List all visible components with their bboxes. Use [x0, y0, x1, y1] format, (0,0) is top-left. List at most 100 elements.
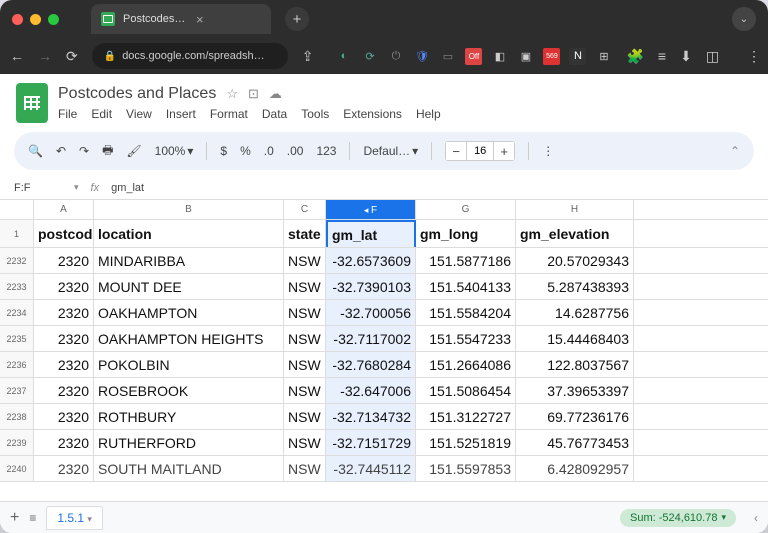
namebox-dropdown-icon[interactable]: ▾ — [74, 182, 79, 193]
row-number[interactable]: 2235 — [0, 326, 34, 351]
row-number[interactable]: 2239 — [0, 430, 34, 455]
cell[interactable]: -32.7134732 — [326, 404, 416, 429]
ext-icon[interactable]: ⟳ — [361, 48, 378, 65]
cell[interactable]: NSW — [284, 352, 326, 377]
format-123-icon[interactable]: 123 — [316, 144, 336, 158]
search-icon[interactable]: 🔍 — [28, 144, 43, 158]
pin-icon[interactable]: ≡ — [658, 48, 666, 64]
sheet-tab[interactable]: 1.5.1 ▾ — [46, 506, 103, 530]
cell[interactable]: NSW — [284, 326, 326, 351]
cell[interactable]: 2320 — [34, 300, 94, 325]
ext-icon[interactable]: N — [569, 48, 586, 65]
row-number[interactable]: 1 — [0, 220, 34, 247]
menu-format[interactable]: Format — [210, 107, 248, 121]
increase-decimal-icon[interactable]: .00 — [287, 144, 304, 158]
zoom-select[interactable]: 100% ▾ — [155, 144, 194, 158]
undo-icon[interactable]: ↶ — [56, 144, 66, 158]
cell[interactable]: -32.7151729 — [326, 430, 416, 455]
cell[interactable]: 151.2664086 — [416, 352, 516, 377]
cell[interactable]: 151.5404133 — [416, 274, 516, 299]
cell[interactable]: 2320 — [34, 274, 94, 299]
cell[interactable]: 2320 — [34, 456, 94, 481]
decrease-decimal-icon[interactable]: .0 — [264, 144, 274, 158]
minimize-window-icon[interactable] — [30, 14, 41, 25]
cell[interactable]: POKOLBIN — [94, 352, 284, 377]
cell[interactable]: NSW — [284, 456, 326, 481]
forward-button[interactable]: → — [38, 48, 52, 64]
url-field[interactable]: 🔒 docs.google.com/spreadsh… — [92, 43, 288, 69]
col-header-c[interactable]: C — [284, 200, 326, 219]
font-select[interactable]: Defaul… ▾ — [363, 144, 418, 158]
row-number[interactable]: 2232 — [0, 248, 34, 273]
cell[interactable]: -32.7390103 — [326, 274, 416, 299]
header-cell[interactable]: postcode — [34, 220, 94, 247]
cell[interactable]: SOUTH MAITLAND — [94, 456, 284, 481]
cell[interactable]: 5.287438393 — [516, 274, 634, 299]
percent-icon[interactable]: % — [240, 144, 251, 158]
maximize-window-icon[interactable] — [48, 14, 59, 25]
menu-edit[interactable]: Edit — [91, 107, 112, 121]
browser-tab[interactable]: Postcodes and Places - Googl… × — [91, 4, 271, 34]
add-sheet-button[interactable]: + — [10, 509, 19, 527]
col-header-f[interactable]: ◂ F — [326, 200, 416, 219]
paint-format-icon[interactable]: 🖌 — [126, 144, 141, 158]
ext-icon[interactable]: ◐ — [335, 48, 352, 65]
cell[interactable]: OAKHAMPTON — [94, 300, 284, 325]
col-header-h[interactable]: H — [516, 200, 634, 219]
cell[interactable]: RUTHERFORD — [94, 430, 284, 455]
cell[interactable]: 151.5547233 — [416, 326, 516, 351]
menu-file[interactable]: File — [58, 107, 77, 121]
ext-icon[interactable]: ◧ — [491, 48, 508, 65]
cell[interactable]: MOUNT DEE — [94, 274, 284, 299]
all-sheets-icon[interactable]: ≡ — [29, 511, 36, 525]
col-header-g[interactable]: G — [416, 200, 516, 219]
tab-overflow-icon[interactable]: ⌄ — [732, 7, 756, 31]
row-number[interactable]: 2237 — [0, 378, 34, 403]
cloud-icon[interactable]: ☁ — [269, 86, 282, 102]
ext-icon[interactable]: ▣ — [517, 48, 534, 65]
new-tab-button[interactable]: + — [285, 7, 309, 31]
currency-icon[interactable]: $ — [220, 144, 227, 158]
fontsize-decrease[interactable]: − — [446, 142, 466, 160]
row-number[interactable]: 2238 — [0, 404, 34, 429]
cell[interactable]: 122.8037567 — [516, 352, 634, 377]
select-all-corner[interactable] — [0, 200, 34, 219]
cell[interactable]: 14.6287756 — [516, 300, 634, 325]
menu-view[interactable]: View — [126, 107, 152, 121]
cell[interactable]: 151.5597853 — [416, 456, 516, 481]
more-icon[interactable]: ⋮ — [542, 144, 554, 158]
cell[interactable]: -32.7117002 — [326, 326, 416, 351]
close-tab-icon[interactable]: × — [196, 12, 261, 27]
reload-button[interactable]: ⟳ — [66, 48, 78, 65]
cell[interactable]: ROSEBROOK — [94, 378, 284, 403]
row-number[interactable]: 2240 — [0, 456, 34, 481]
cell[interactable]: 20.57029343 — [516, 248, 634, 273]
ext-icon[interactable]: 🛡 — [413, 48, 430, 65]
cell[interactable]: 151.5251819 — [416, 430, 516, 455]
cell[interactable]: -32.7445112 — [326, 456, 416, 481]
ext-icon[interactable]: ▭ — [439, 48, 456, 65]
print-icon[interactable]: 🖶 — [102, 141, 113, 162]
cell[interactable]: 151.5877186 — [416, 248, 516, 273]
cell[interactable]: 15.44468403 — [516, 326, 634, 351]
ext-icon[interactable]: 569 — [543, 48, 560, 65]
row-number[interactable]: 2234 — [0, 300, 34, 325]
cell[interactable]: NSW — [284, 378, 326, 403]
menu-help[interactable]: Help — [416, 107, 441, 121]
cell[interactable]: 2320 — [34, 352, 94, 377]
ext-icon[interactable]: Off — [465, 48, 482, 65]
cell[interactable]: 2320 — [34, 248, 94, 273]
redo-icon[interactable]: ↷ — [79, 144, 89, 158]
move-icon[interactable]: ⊡ — [248, 86, 259, 102]
back-button[interactable]: ← — [10, 48, 24, 64]
cell[interactable]: NSW — [284, 404, 326, 429]
aggregate-chip[interactable]: Sum: -524,610.78 ▾ — [620, 509, 736, 527]
panel-icon[interactable]: ◫ — [706, 48, 719, 65]
name-box[interactable]: F:F — [14, 182, 62, 194]
col-header-b[interactable]: B — [94, 200, 284, 219]
fontsize-increase[interactable]: + — [494, 142, 514, 160]
ext-icon[interactable]: ⊞ — [595, 48, 612, 65]
header-cell[interactable]: state — [284, 220, 326, 247]
star-icon[interactable]: ☆ — [226, 86, 238, 102]
cell[interactable]: OAKHAMPTON HEIGHTS — [94, 326, 284, 351]
